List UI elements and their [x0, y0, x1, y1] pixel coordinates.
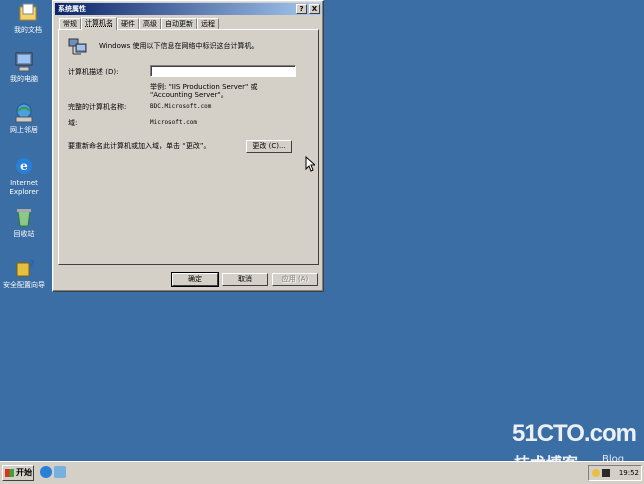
tab-computer-name[interactable]: 计算机名: [81, 17, 117, 30]
tab-advanced[interactable]: 高级: [139, 18, 161, 29]
cancel-button[interactable]: 取消: [222, 273, 268, 286]
tab-general[interactable]: 常规: [59, 18, 81, 29]
tab-hardware[interactable]: 硬件: [117, 18, 139, 29]
computer-description-input[interactable]: [150, 65, 296, 77]
quick-launch-ie-icon[interactable]: [40, 466, 52, 478]
domain-value: Microsoft.com: [150, 119, 197, 126]
desktop-icon-security-wizard[interactable]: ? 安全配置向导: [0, 257, 52, 290]
security-wizard-icon: ?: [13, 257, 35, 279]
desktop-icon-label: 我的电脑: [10, 75, 38, 83]
ok-button[interactable]: 确定: [171, 272, 219, 287]
taskbar: 开始 19:52: [0, 461, 644, 484]
tray-app-icon[interactable]: [602, 469, 610, 477]
network-places-icon: [13, 102, 35, 124]
desktop-icon-label: 安全配置向导: [3, 281, 45, 289]
tab-strip: 常规 计算机名 硬件 高级 自动更新 远程: [59, 17, 219, 30]
mouse-cursor-icon: [305, 155, 317, 174]
internet-explorer-icon: e: [13, 155, 35, 177]
my-computer-icon: [13, 51, 35, 73]
my-documents-icon: [17, 2, 39, 24]
apply-button[interactable]: 应用 (A): [272, 273, 318, 286]
network-computer-icon: [68, 38, 88, 56]
domain-label: 域:: [68, 119, 78, 127]
desktop-icon-label: 我的文档: [14, 26, 42, 34]
change-button[interactable]: 更改 (C)...: [246, 140, 292, 153]
tab-remote[interactable]: 远程: [197, 18, 219, 29]
desktop-icon-my-computer[interactable]: 我的电脑: [0, 51, 52, 84]
dialog-titlebar[interactable]: 系统属性 ? X: [55, 3, 321, 15]
svg-text:?: ?: [29, 259, 35, 270]
help-button[interactable]: ?: [296, 4, 307, 14]
tab-automatic-updates[interactable]: 自动更新: [161, 18, 197, 29]
start-label: 开始: [16, 468, 32, 477]
clock[interactable]: 19:52: [619, 469, 639, 477]
computer-description-label: 计算机描述 (D):: [68, 68, 119, 76]
desktop-icon-label-2: Explorer: [9, 188, 39, 196]
svg-text:e: e: [20, 159, 28, 173]
intro-text: Windows 使用以下信息在网络中标识这台计算机。: [99, 42, 259, 50]
dialog-title: 系统属性: [58, 5, 86, 13]
desktop-icon-label: 回收站: [13, 230, 35, 238]
desktop-icon-recycle-bin[interactable]: 回收站: [0, 206, 52, 239]
watermark-brand: 51CTO.com: [512, 420, 637, 447]
computer-name-panel: Windows 使用以下信息在网络中标识这台计算机。 计算机描述 (D): 举例…: [58, 29, 319, 265]
system-properties-dialog: 系统属性 ? X 常规 计算机名 硬件 高级 自动更新 远程 Windows 使…: [52, 0, 324, 292]
rename-instruction-text: 要重新命名此计算机或加入域，单击 “更改”。: [68, 142, 211, 150]
example-text-line2: "Accounting Server"。: [150, 91, 228, 99]
start-button[interactable]: 开始: [2, 465, 34, 481]
close-button[interactable]: X: [309, 4, 320, 14]
system-tray: 19:52: [588, 465, 642, 481]
shield-tray-icon[interactable]: [592, 469, 600, 477]
full-computer-name-value: BDC.Microsoft.com: [150, 103, 212, 110]
desktop-icon-internet-explorer[interactable]: e Internet Explorer: [0, 155, 52, 197]
recycle-bin-icon: [13, 206, 35, 228]
windows-flag-icon: [5, 469, 14, 477]
desktop-icon-network[interactable]: 网上邻居: [0, 102, 52, 135]
desktop-icon-label: Internet: [10, 179, 38, 187]
desktop-icon-my-documents[interactable]: 我的文档: [0, 2, 56, 35]
quick-launch-desktop-icon[interactable]: [54, 466, 66, 478]
desktop-icon-label: 网上邻居: [10, 126, 38, 134]
full-computer-name-label: 完整的计算机名称:: [68, 103, 127, 111]
